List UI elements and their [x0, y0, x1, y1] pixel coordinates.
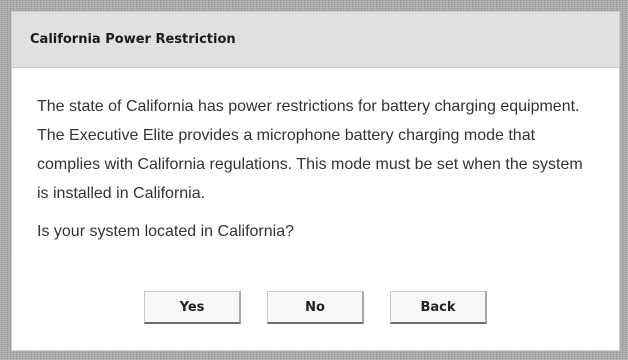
dialog-header: California Power Restriction — [12, 12, 619, 68]
no-button[interactable]: No — [267, 291, 364, 324]
yes-button[interactable]: Yes — [144, 291, 241, 324]
dialog-question: Is your system located in California? — [37, 223, 294, 240]
dialog-title: California Power Restriction — [30, 32, 236, 47]
dialog-body: The state of California has power restri… — [12, 68, 619, 246]
california-power-restriction-dialog: California Power Restriction The state o… — [11, 11, 620, 351]
dialog-button-row: Yes No Back — [12, 291, 619, 324]
back-button[interactable]: Back — [390, 291, 487, 324]
dialog-message: The state of California has power restri… — [37, 98, 583, 202]
